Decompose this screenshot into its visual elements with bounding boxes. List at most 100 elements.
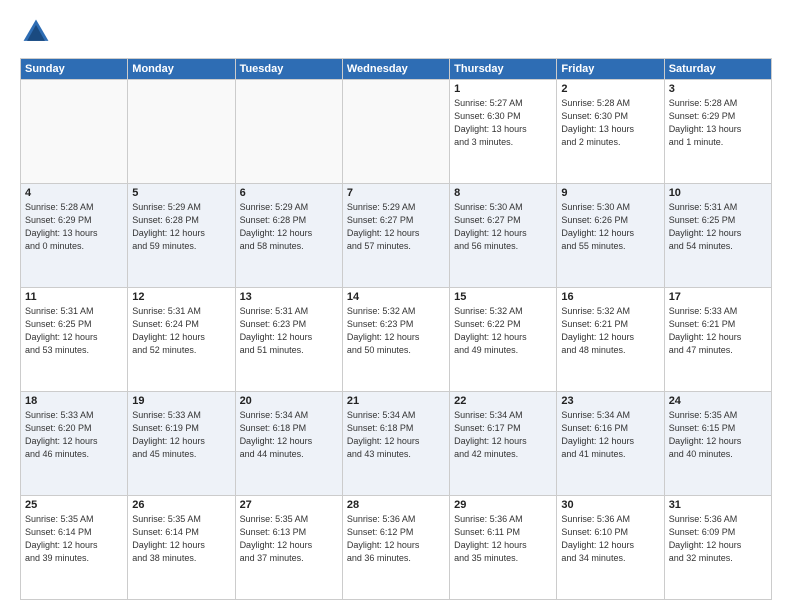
- day-number: 14: [347, 291, 445, 303]
- calendar-cell: 20Sunrise: 5:34 AM Sunset: 6:18 PM Dayli…: [235, 392, 342, 496]
- col-monday: Monday: [128, 59, 235, 80]
- day-number: 7: [347, 187, 445, 199]
- day-info: Sunrise: 5:33 AM Sunset: 6:20 PM Dayligh…: [25, 409, 123, 461]
- calendar-cell: 24Sunrise: 5:35 AM Sunset: 6:15 PM Dayli…: [664, 392, 771, 496]
- day-number: 20: [240, 395, 338, 407]
- col-wednesday: Wednesday: [342, 59, 449, 80]
- calendar-week-4: 18 Sunrise: 5:33 AM Sunset: 6:20 PM Dayli…: [21, 392, 772, 496]
- day-info: Sunrise: 5:29 AM Sunset: 6:28 PM Dayligh…: [240, 201, 338, 253]
- day-number: 29: [454, 499, 552, 511]
- day-info: Sunrise: 5:36 AM Sunset: 6:11 PM Dayligh…: [454, 513, 552, 565]
- calendar-body: 1 Sunrise: 5:27 AM Sunset: 6:30 PM Daylig…: [21, 80, 772, 600]
- calendar-cell: 5 Sunrise: 5:29 AM Sunset: 6:28 PM Daylig…: [128, 184, 235, 288]
- day-number: 25: [25, 499, 123, 511]
- calendar-cell: 30Sunrise: 5:36 AM Sunset: 6:10 PM Dayli…: [557, 496, 664, 600]
- day-info: Sunrise: 5:28 AM Sunset: 6:29 PM Dayligh…: [25, 201, 123, 253]
- logo: [20, 16, 56, 48]
- day-info: Sunrise: 5:31 AM Sunset: 6:24 PM Dayligh…: [132, 305, 230, 357]
- day-number: 8: [454, 187, 552, 199]
- calendar-cell: 15 Sunrise: 5:32 AM Sunset: 6:22 PM Dayli…: [450, 288, 557, 392]
- day-number: 19: [132, 395, 230, 407]
- header: [20, 16, 772, 48]
- calendar-week-3: 11Sunrise: 5:31 AM Sunset: 6:25 PM Dayli…: [21, 288, 772, 392]
- calendar-cell: [342, 80, 449, 184]
- day-info: Sunrise: 5:33 AM Sunset: 6:21 PM Dayligh…: [669, 305, 767, 357]
- day-number: 24: [669, 395, 767, 407]
- calendar-cell: 7Sunrise: 5:29 AM Sunset: 6:27 PM Daylig…: [342, 184, 449, 288]
- col-saturday: Saturday: [664, 59, 771, 80]
- col-friday: Friday: [557, 59, 664, 80]
- day-number: 9: [561, 187, 659, 199]
- day-number: 21: [347, 395, 445, 407]
- day-info: Sunrise: 5:33 AM Sunset: 6:19 PM Dayligh…: [132, 409, 230, 461]
- day-number: 1: [454, 83, 552, 95]
- day-info: Sunrise: 5:35 AM Sunset: 6:14 PM Dayligh…: [132, 513, 230, 565]
- calendar-cell: [21, 80, 128, 184]
- day-info: Sunrise: 5:27 AM Sunset: 6:30 PM Dayligh…: [454, 97, 552, 149]
- day-number: 6: [240, 187, 338, 199]
- day-info: Sunrise: 5:34 AM Sunset: 6:17 PM Dayligh…: [454, 409, 552, 461]
- day-number: 5: [132, 187, 230, 199]
- day-info: Sunrise: 5:29 AM Sunset: 6:28 PM Dayligh…: [132, 201, 230, 253]
- calendar-cell: 22 Sunrise: 5:34 AM Sunset: 6:17 PM Dayli…: [450, 392, 557, 496]
- calendar-week-2: 4Sunrise: 5:28 AM Sunset: 6:29 PM Daylig…: [21, 184, 772, 288]
- calendar-cell: 19 Sunrise: 5:33 AM Sunset: 6:19 PM Dayli…: [128, 392, 235, 496]
- logo-icon: [20, 16, 52, 48]
- calendar-cell: 8 Sunrise: 5:30 AM Sunset: 6:27 PM Daylig…: [450, 184, 557, 288]
- calendar-cell: [128, 80, 235, 184]
- calendar-cell: 18 Sunrise: 5:33 AM Sunset: 6:20 PM Dayli…: [21, 392, 128, 496]
- day-info: Sunrise: 5:31 AM Sunset: 6:25 PM Dayligh…: [669, 201, 767, 253]
- calendar-cell: 23 Sunrise: 5:34 AM Sunset: 6:16 PM Dayli…: [557, 392, 664, 496]
- day-number: 27: [240, 499, 338, 511]
- calendar-cell: 13Sunrise: 5:31 AM Sunset: 6:23 PM Dayli…: [235, 288, 342, 392]
- calendar-cell: 31 Sunrise: 5:36 AM Sunset: 6:09 PM Dayli…: [664, 496, 771, 600]
- day-info: Sunrise: 5:32 AM Sunset: 6:23 PM Dayligh…: [347, 305, 445, 357]
- day-number: 31: [669, 499, 767, 511]
- day-number: 22: [454, 395, 552, 407]
- header-row: Sunday Monday Tuesday Wednesday Thursday…: [21, 59, 772, 80]
- calendar-header: Sunday Monday Tuesday Wednesday Thursday…: [21, 59, 772, 80]
- day-info: Sunrise: 5:34 AM Sunset: 6:18 PM Dayligh…: [347, 409, 445, 461]
- calendar-cell: [235, 80, 342, 184]
- day-info: Sunrise: 5:28 AM Sunset: 6:30 PM Dayligh…: [561, 97, 659, 149]
- day-number: 12: [132, 291, 230, 303]
- calendar-cell: 2 Sunrise: 5:28 AM Sunset: 6:30 PM Daylig…: [557, 80, 664, 184]
- day-number: 15: [454, 291, 552, 303]
- calendar-cell: 21 Sunrise: 5:34 AM Sunset: 6:18 PM Dayli…: [342, 392, 449, 496]
- day-info: Sunrise: 5:34 AM Sunset: 6:16 PM Dayligh…: [561, 409, 659, 461]
- calendar-cell: 12 Sunrise: 5:31 AM Sunset: 6:24 PM Dayli…: [128, 288, 235, 392]
- col-thursday: Thursday: [450, 59, 557, 80]
- col-sunday: Sunday: [21, 59, 128, 80]
- calendar-cell: 27Sunrise: 5:35 AM Sunset: 6:13 PM Dayli…: [235, 496, 342, 600]
- day-info: Sunrise: 5:35 AM Sunset: 6:14 PM Dayligh…: [25, 513, 123, 565]
- calendar-week-1: 1 Sunrise: 5:27 AM Sunset: 6:30 PM Daylig…: [21, 80, 772, 184]
- day-number: 11: [25, 291, 123, 303]
- day-info: Sunrise: 5:30 AM Sunset: 6:27 PM Dayligh…: [454, 201, 552, 253]
- day-number: 10: [669, 187, 767, 199]
- day-number: 18: [25, 395, 123, 407]
- calendar-cell: 10 Sunrise: 5:31 AM Sunset: 6:25 PM Dayli…: [664, 184, 771, 288]
- calendar-cell: 17Sunrise: 5:33 AM Sunset: 6:21 PM Dayli…: [664, 288, 771, 392]
- calendar-week-5: 25 Sunrise: 5:35 AM Sunset: 6:14 PM Dayli…: [21, 496, 772, 600]
- calendar-cell: 4Sunrise: 5:28 AM Sunset: 6:29 PM Daylig…: [21, 184, 128, 288]
- day-number: 16: [561, 291, 659, 303]
- calendar-cell: 9Sunrise: 5:30 AM Sunset: 6:26 PM Daylig…: [557, 184, 664, 288]
- day-number: 2: [561, 83, 659, 95]
- calendar-cell: 25 Sunrise: 5:35 AM Sunset: 6:14 PM Dayli…: [21, 496, 128, 600]
- calendar-cell: 26Sunrise: 5:35 AM Sunset: 6:14 PM Dayli…: [128, 496, 235, 600]
- day-info: Sunrise: 5:31 AM Sunset: 6:23 PM Dayligh…: [240, 305, 338, 357]
- calendar-cell: 3Sunrise: 5:28 AM Sunset: 6:29 PM Daylig…: [664, 80, 771, 184]
- calendar-cell: 28 Sunrise: 5:36 AM Sunset: 6:12 PM Dayli…: [342, 496, 449, 600]
- calendar-cell: 1 Sunrise: 5:27 AM Sunset: 6:30 PM Daylig…: [450, 80, 557, 184]
- day-info: Sunrise: 5:36 AM Sunset: 6:09 PM Dayligh…: [669, 513, 767, 565]
- day-number: 30: [561, 499, 659, 511]
- calendar-cell: 14 Sunrise: 5:32 AM Sunset: 6:23 PM Dayli…: [342, 288, 449, 392]
- page: Sunday Monday Tuesday Wednesday Thursday…: [0, 0, 792, 612]
- day-number: 28: [347, 499, 445, 511]
- day-info: Sunrise: 5:32 AM Sunset: 6:22 PM Dayligh…: [454, 305, 552, 357]
- day-info: Sunrise: 5:36 AM Sunset: 6:12 PM Dayligh…: [347, 513, 445, 565]
- day-info: Sunrise: 5:28 AM Sunset: 6:29 PM Dayligh…: [669, 97, 767, 149]
- calendar: Sunday Monday Tuesday Wednesday Thursday…: [20, 58, 772, 600]
- day-number: 23: [561, 395, 659, 407]
- calendar-cell: 16Sunrise: 5:32 AM Sunset: 6:21 PM Dayli…: [557, 288, 664, 392]
